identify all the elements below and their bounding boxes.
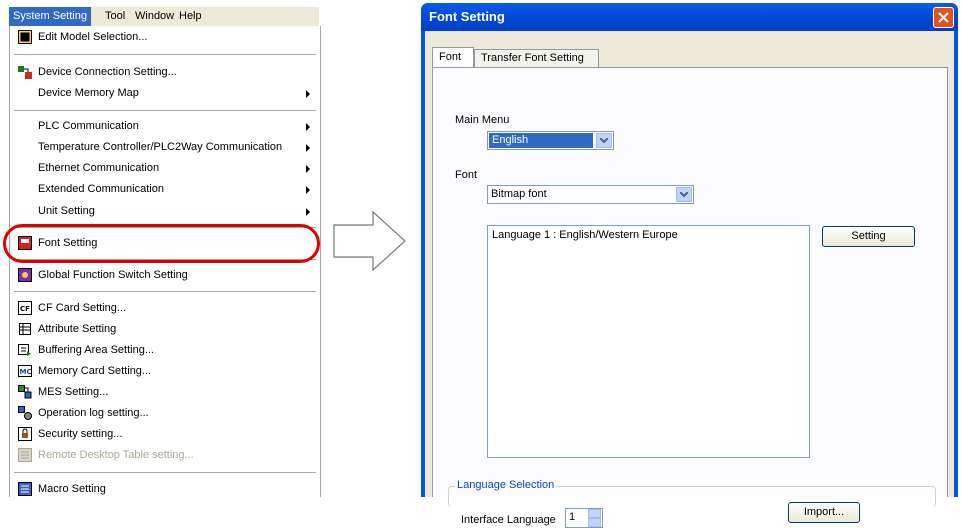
mes-icon	[18, 385, 32, 399]
menu-item-remote-desktop: Remote Desktop Table setting...	[10, 445, 320, 466]
menu-item-unit-setting[interactable]: Unit Setting	[10, 201, 320, 222]
submenu-arrow-icon	[306, 165, 310, 173]
dropdown-button[interactable]	[596, 133, 612, 148]
dialog-title: Font Setting	[429, 9, 505, 24]
device-connection-icon	[18, 65, 32, 79]
dropdown-button[interactable]	[676, 187, 692, 202]
menu-item-temperature-controller[interactable]: Temperature Controller/PLC2Way Communica…	[10, 137, 320, 158]
menu-item-label: Temperature Controller/PLC2Way Communica…	[38, 141, 283, 153]
menu-item-memory-card[interactable]: MC Memory Card Setting...	[10, 361, 320, 382]
interface-language-spinner[interactable]: 1	[565, 508, 603, 528]
list-item[interactable]: Language 1 : English/Western Europe	[492, 229, 678, 241]
menu-item-extended-communication[interactable]: Extended Communication	[10, 179, 320, 200]
main-menu-select[interactable]: English	[487, 131, 614, 150]
language-list[interactable]: Language 1 : English/Western Europe	[487, 225, 810, 458]
menu-bar: System Setting Tool Window Help	[9, 7, 319, 26]
menu-item-label: Buffering Area Setting...	[38, 344, 154, 356]
menu-item-label: PLC Communication	[38, 120, 139, 132]
menu-item-label: Edit Model Selection...	[38, 31, 148, 43]
buffering-icon	[18, 343, 32, 357]
svg-text:MC: MC	[20, 368, 32, 376]
menu-item-label: Operation log setting...	[38, 407, 149, 419]
menu-item-label: Device Connection Setting...	[38, 66, 177, 78]
spin-up-button[interactable]	[588, 509, 601, 518]
menu-item-label: Device Memory Map	[38, 87, 139, 99]
menu-separator	[14, 54, 316, 55]
font-select[interactable]: Bitmap font	[487, 185, 694, 204]
menu-item-cf-card[interactable]: CF CF Card Setting...	[10, 298, 320, 319]
menu-item-label: Memory Card Setting...	[38, 365, 152, 377]
menu-item-buffering[interactable]: Buffering Area Setting...	[10, 340, 320, 361]
group-label: Language Selection	[455, 479, 557, 491]
setting-button[interactable]: Setting	[822, 226, 915, 247]
menu-item-plc-communication[interactable]: PLC Communication	[10, 116, 320, 137]
spin-down-button[interactable]	[588, 518, 601, 527]
cf-card-icon: CF	[18, 301, 32, 315]
macro-icon	[18, 482, 32, 496]
font-label: Font	[455, 169, 478, 181]
attribute-icon	[18, 322, 32, 336]
submenu-arrow-icon	[306, 123, 310, 131]
menu-window[interactable]: Window	[131, 7, 178, 26]
remote-desktop-icon	[18, 448, 32, 462]
import-button[interactable]: Import...	[788, 502, 860, 523]
memory-card-icon: MC	[18, 364, 32, 378]
menu-item-label: Security setting...	[38, 428, 123, 440]
menu-item-device-memory-map[interactable]: Device Memory Map	[10, 83, 320, 104]
menu-item-label: Unit Setting	[38, 205, 95, 217]
title-bar: Font Setting	[421, 3, 958, 31]
menu-item-global-function[interactable]: Global Function Switch Setting	[10, 265, 320, 286]
chevron-down-icon	[600, 138, 608, 144]
submenu-arrow-icon	[306, 90, 310, 98]
submenu-arrow-icon	[306, 186, 310, 194]
menu-tool[interactable]: Tool	[101, 7, 129, 26]
main-menu-label: Main Menu	[455, 114, 510, 126]
menu-item-attribute[interactable]: Attribute Setting	[10, 319, 320, 340]
dialog-client: Font Transfer Font Setting Main Menu Eng…	[425, 31, 954, 528]
menu-item-label: Remote Desktop Table setting...	[38, 449, 194, 461]
menu-item-label: CF Card Setting...	[38, 302, 127, 314]
tab-font[interactable]: Font	[432, 47, 474, 68]
menu-item-edit-model[interactable]: Edit Model Selection...	[10, 27, 320, 48]
menu-item-label: Attribute Setting	[38, 323, 117, 335]
svg-text:CF: CF	[20, 305, 30, 313]
operation-log-icon	[18, 406, 32, 420]
menu-item-label: Ethernet Communication	[38, 162, 160, 174]
security-icon	[18, 427, 32, 441]
font-setting-highlight	[3, 224, 320, 263]
close-button[interactable]	[933, 7, 954, 28]
right-arrow-icon	[333, 210, 407, 274]
menu-item-label: MES Setting...	[38, 386, 109, 398]
global-function-icon	[18, 268, 32, 282]
menu-item-operation-log[interactable]: Operation log setting...	[10, 403, 320, 424]
menu-item-device-connection[interactable]: Device Connection Setting...	[10, 62, 320, 83]
font-value: Bitmap font	[491, 188, 547, 200]
submenu-arrow-icon	[306, 208, 310, 216]
menu-help[interactable]: Help	[175, 7, 206, 26]
interface-language-label: Interface Language	[461, 514, 556, 526]
model-icon	[18, 30, 32, 44]
font-setting-dialog: Font Setting Font Transfer Font Setting …	[421, 3, 958, 528]
menu-separator	[14, 472, 316, 473]
menu-item-label: Global Function Switch Setting	[38, 269, 188, 281]
tab-transfer-font-setting[interactable]: Transfer Font Setting	[474, 49, 599, 68]
interface-language-value: 1	[569, 511, 576, 523]
menu-item-mes[interactable]: MES Setting...	[10, 382, 320, 403]
menu-item-label: Extended Communication	[38, 183, 164, 195]
menu-item-security[interactable]: Security setting...	[10, 424, 320, 445]
font-tab-panel: Main Menu English Font Bitmap font Langu…	[432, 67, 948, 528]
main-menu-value: English	[489, 133, 593, 148]
menu-system-setting[interactable]: System Setting	[9, 7, 91, 26]
menu-separator	[14, 291, 316, 292]
submenu-arrow-icon	[306, 144, 310, 152]
close-icon	[938, 12, 949, 23]
menu-item-ethernet-communication[interactable]: Ethernet Communication	[10, 158, 320, 179]
menu-separator	[14, 110, 316, 111]
chevron-down-icon	[680, 192, 688, 198]
